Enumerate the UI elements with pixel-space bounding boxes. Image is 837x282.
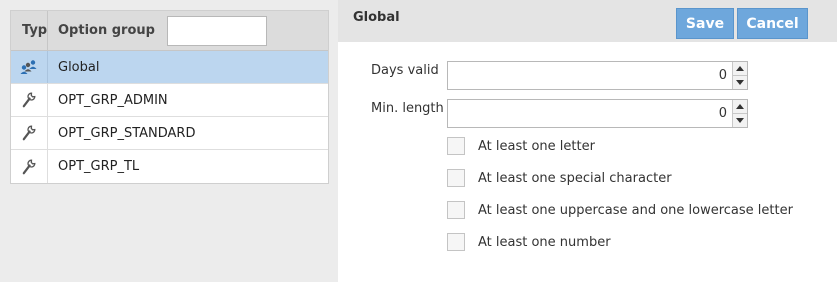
users-icon [11, 51, 48, 83]
detail-panel: Global Save Cancel Days valid 0 Min. len… [338, 0, 837, 282]
grid-header: Type Option group [11, 11, 328, 51]
number-checkbox[interactable] [447, 233, 465, 251]
check-row-number[interactable]: At least one number [447, 233, 611, 251]
letter-checkbox[interactable] [447, 137, 465, 155]
arrow-down-icon [736, 79, 744, 85]
row-label: OPT_GRP_ADMIN [58, 92, 168, 108]
arrow-up-icon [736, 103, 744, 109]
cancel-button[interactable]: Cancel [737, 8, 808, 39]
wrench-icon [11, 84, 48, 116]
table-row[interactable]: OPT_GRP_ADMIN [11, 84, 328, 117]
days-valid-spin-buttons [732, 62, 747, 89]
min-length-stepper[interactable]: 0 [447, 99, 748, 128]
number-check-label: At least one number [478, 234, 611, 250]
days-valid-increment-button[interactable] [733, 62, 747, 76]
special-character-checkbox[interactable] [447, 169, 465, 187]
check-row-upper-lower[interactable]: At least one uppercase and one lowercase… [447, 201, 793, 219]
special-character-check-label: At least one special character [478, 170, 672, 186]
upper-lower-check-label: At least one uppercase and one lowercase… [478, 202, 793, 218]
row-label: OPT_GRP_STANDARD [58, 125, 196, 141]
min-length-spin-buttons [732, 100, 747, 127]
table-row[interactable]: Global [11, 51, 328, 84]
days-valid-value: 0 [718, 68, 727, 83]
min-length-label: Min. length [371, 101, 444, 116]
column-header-type[interactable]: Type [11, 11, 48, 50]
days-valid-decrement-button[interactable] [733, 75, 747, 89]
panel-title: Global [353, 10, 400, 25]
wrench-icon [11, 150, 48, 183]
wrench-icon [11, 117, 48, 149]
check-row-letter[interactable]: At least one letter [447, 137, 595, 155]
min-length-increment-button[interactable] [733, 100, 747, 114]
arrow-up-icon [736, 65, 744, 71]
detail-header: Global Save Cancel [338, 0, 837, 42]
days-valid-label: Days valid [371, 63, 439, 78]
min-length-value: 0 [718, 106, 727, 121]
table-row[interactable]: OPT_GRP_TL [11, 150, 328, 183]
upper-lower-checkbox[interactable] [447, 201, 465, 219]
letter-check-label: At least one letter [478, 138, 595, 154]
min-length-decrement-button[interactable] [733, 113, 747, 127]
save-button[interactable]: Save [676, 8, 734, 39]
days-valid-stepper[interactable]: 0 [447, 61, 748, 90]
row-label: Global [58, 59, 100, 75]
option-group-panel: Type Option group Global [0, 0, 338, 282]
row-label: OPT_GRP_TL [58, 159, 140, 174]
check-row-special-character[interactable]: At least one special character [447, 169, 672, 187]
arrow-down-icon [736, 117, 744, 123]
table-row[interactable]: OPT_GRP_STANDARD [11, 117, 328, 150]
option-group-grid: Type Option group Global [10, 10, 329, 184]
option-group-filter-input[interactable] [167, 16, 267, 46]
column-header-option-group[interactable]: Option group [48, 23, 155, 38]
